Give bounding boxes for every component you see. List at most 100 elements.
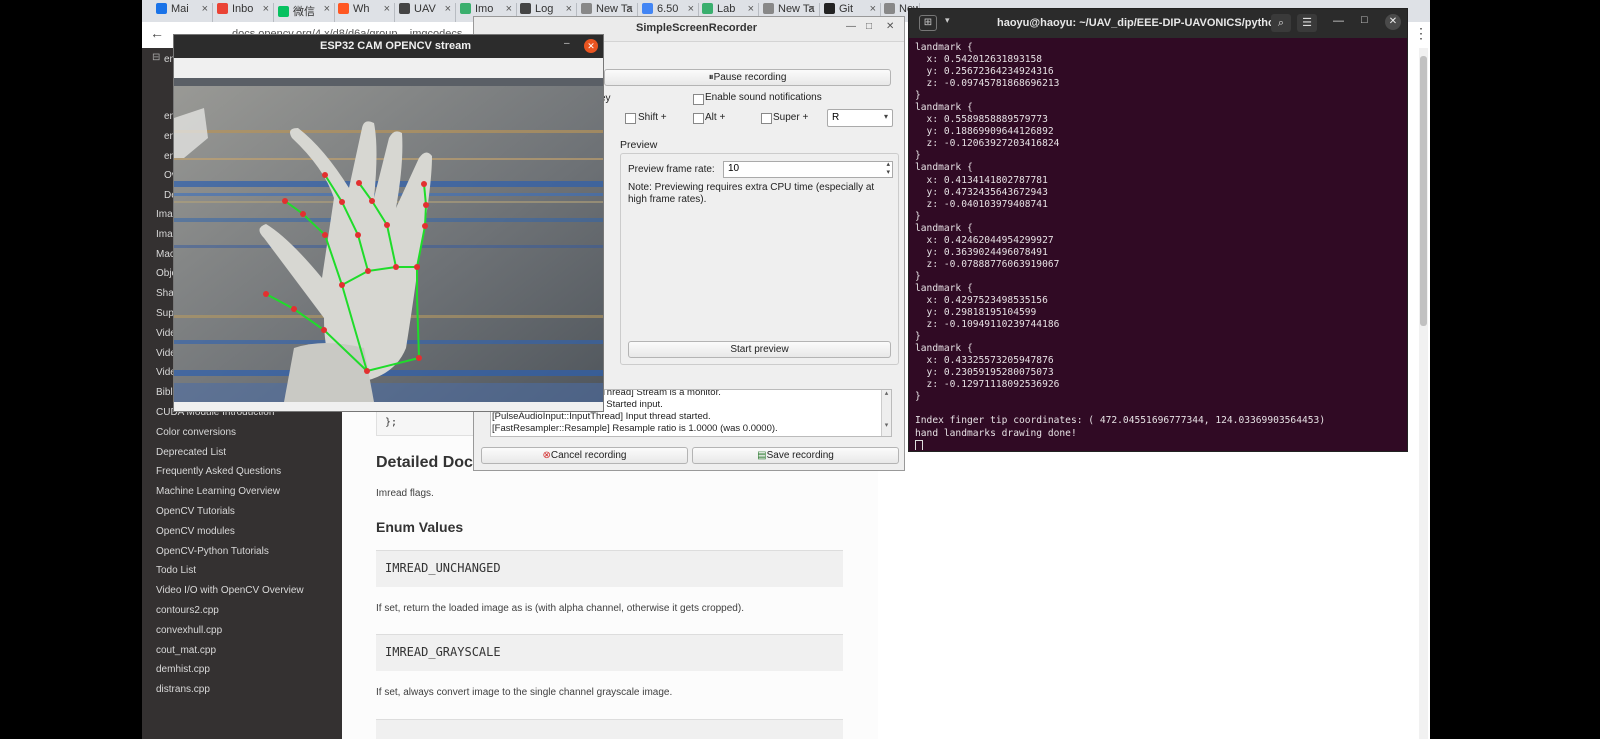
browser-tab[interactable]: Mai × [152, 3, 213, 22]
tab-close-icon[interactable]: × [263, 3, 269, 15]
tab-close-icon[interactable]: × [748, 3, 754, 15]
tab-close-icon[interactable]: × [809, 3, 815, 15]
alt-label: Alt + [705, 112, 726, 123]
tab-close-icon[interactable]: × [870, 3, 876, 15]
tab-close-icon[interactable]: × [627, 3, 633, 15]
browser-tab[interactable]: UAV × [395, 3, 456, 22]
menu-dots-icon[interactable]: ⋮ [1414, 25, 1428, 42]
terminal-title: haoyu@haoyu: ~/UAV_dip/EEE-DIP-UAVONICS/… [997, 17, 1282, 29]
maximize-icon[interactable]: □ [1361, 14, 1368, 26]
sidebar-item[interactable]: cout_mat.cpp [156, 645, 216, 656]
sidebar-item[interactable]: Machine Learning Overview [156, 486, 280, 497]
tab-close-icon[interactable]: × [445, 3, 451, 15]
log-line: [PulseAudioInput::InputThread] Input thr… [492, 411, 711, 422]
terminal-line: landmark { [915, 102, 973, 114]
collapse-icon[interactable]: ⊟ [152, 52, 160, 63]
sidebar-item[interactable]: demhist.cpp [156, 664, 210, 675]
tab-favicon-icon [217, 3, 228, 14]
terminal-line: z: -0.10949110239744186 [915, 319, 1060, 331]
tab-favicon-icon [278, 6, 289, 17]
intro-text: Imread flags. [376, 488, 434, 499]
frame-rate-label: Preview frame rate: [628, 164, 715, 175]
super-checkbox[interactable] [761, 113, 772, 124]
scrollbar-thumb[interactable] [1420, 56, 1427, 326]
sidebar-item[interactable]: Frequently Asked Questions [156, 466, 281, 477]
new-tab-icon[interactable]: ⊞ [919, 15, 937, 31]
camera-titlebar: ESP32 CAM OPENCV stream – ✕ [174, 35, 603, 58]
tab-label: 6.50 [657, 3, 679, 15]
sidebar-item[interactable]: OpenCV modules [156, 526, 235, 537]
shift-label: Shift + [638, 112, 667, 123]
close-icon[interactable]: ✕ [1385, 14, 1401, 30]
sidebar-item[interactable]: OpenCV-Python Tutorials [156, 546, 269, 557]
cancel-recording-label: Cancel recording [550, 450, 627, 461]
sidebar-item[interactable]: Bibl [156, 387, 173, 398]
preview-note: Note: Previewing requires extra CPU time… [628, 182, 875, 205]
tab-favicon-icon [702, 3, 713, 14]
frame-rate-value: 10 [728, 163, 740, 174]
chevron-down-icon[interactable]: ▾ [945, 15, 950, 26]
search-icon[interactable]: ⌕ [1271, 14, 1291, 32]
terminal-line: x: 0.4134141802787781 [915, 174, 1048, 186]
save-recording-label: Save recording [766, 450, 834, 461]
terminal-line: hand landmarks drawing done! [915, 427, 1077, 439]
sidebar-item[interactable]: distrans.cpp [156, 684, 210, 695]
sidebar-item[interactable]: contours2.cpp [156, 605, 219, 616]
log-scrollbar[interactable]: ▴ ▾ [881, 390, 891, 436]
cancel-recording-button[interactable]: ⊗Cancel recording [481, 447, 688, 464]
browser-tab[interactable]: Wh × [334, 3, 395, 22]
terminal-line: x: 0.542012631893158 [915, 54, 1043, 66]
tab-favicon-icon [520, 3, 531, 14]
close-icon[interactable]: ✕ [886, 21, 894, 32]
tab-close-icon[interactable]: × [688, 3, 694, 15]
tab-close-icon[interactable]: × [324, 3, 330, 15]
terminal-output[interactable]: landmark { x: 0.542012631893158 y: 0.256… [915, 42, 1405, 450]
tab-favicon-icon [824, 3, 835, 14]
save-icon: ▤ [757, 450, 767, 461]
tab-favicon-icon [460, 3, 471, 14]
minimize-icon[interactable]: – [564, 38, 570, 49]
terminal-line: Index finger tip coordinates: ( 472.0455… [915, 415, 1326, 427]
sidebar-item[interactable]: Todo List [156, 565, 196, 576]
tab-label: Imo [475, 3, 494, 15]
tab-close-icon[interactable]: × [202, 3, 208, 15]
terminal-line: y: 0.29818195104599 [915, 307, 1037, 319]
camera-window-title: ESP32 CAM OPENCV stream [320, 40, 471, 52]
hamburger-menu-icon[interactable]: ☰ [1297, 14, 1317, 32]
alt-checkbox[interactable] [693, 113, 704, 124]
browser-tab[interactable]: Inbo × [213, 3, 274, 22]
save-recording-button[interactable]: ▤Save recording [692, 447, 899, 464]
desktop-background [1430, 0, 1600, 739]
tab-close-icon[interactable]: × [566, 3, 572, 15]
spin-arrows-icon[interactable]: ▴ ▾ [886, 161, 890, 177]
terminal-line: landmark { [915, 222, 973, 234]
enum-name: IMREAD_UNCHANGED [385, 561, 501, 575]
terminal-line: x: 0.5589858889579773 [915, 114, 1048, 126]
tab-close-icon[interactable]: × [506, 3, 512, 15]
log-line: Thread] Stream is a monitor. [601, 389, 721, 398]
sidebar-item[interactable]: Color conversions [156, 427, 236, 438]
tab-favicon-icon [338, 3, 349, 14]
scrollbar[interactable] [1419, 48, 1428, 739]
browser-tab[interactable]: 微信 × [274, 3, 335, 22]
key-select[interactable]: R ▾ [827, 109, 893, 127]
frame-rate-spinbox[interactable]: 10 ▴ ▾ [723, 161, 893, 178]
back-arrow-icon[interactable]: ← [150, 25, 164, 41]
maximize-icon[interactable]: □ [866, 21, 872, 32]
sound-notifications-checkbox[interactable] [693, 94, 704, 105]
shift-checkbox[interactable] [625, 113, 636, 124]
sidebar-item[interactable]: convexhull.cpp [156, 625, 222, 636]
minimize-icon[interactable]: — [846, 21, 856, 32]
start-preview-button[interactable]: Start preview [628, 341, 891, 358]
close-icon[interactable]: ✕ [584, 39, 598, 53]
tab-label: Inbo [232, 3, 254, 15]
minimize-icon[interactable]: — [1333, 15, 1344, 27]
sidebar-item[interactable]: OpenCV Tutorials [156, 506, 235, 517]
sidebar-item[interactable]: Video I/O with OpenCV Overview [156, 585, 304, 596]
tab-close-icon[interactable]: × [384, 3, 390, 15]
sidebar-item[interactable]: Deprecated List [156, 447, 226, 458]
pause-recording-button[interactable]: ⏸Pause recording [604, 69, 891, 86]
terminal-line: landmark { [915, 162, 973, 174]
pause-recording-label: Pause recording [713, 72, 787, 83]
tab-label: Lab [717, 3, 736, 15]
